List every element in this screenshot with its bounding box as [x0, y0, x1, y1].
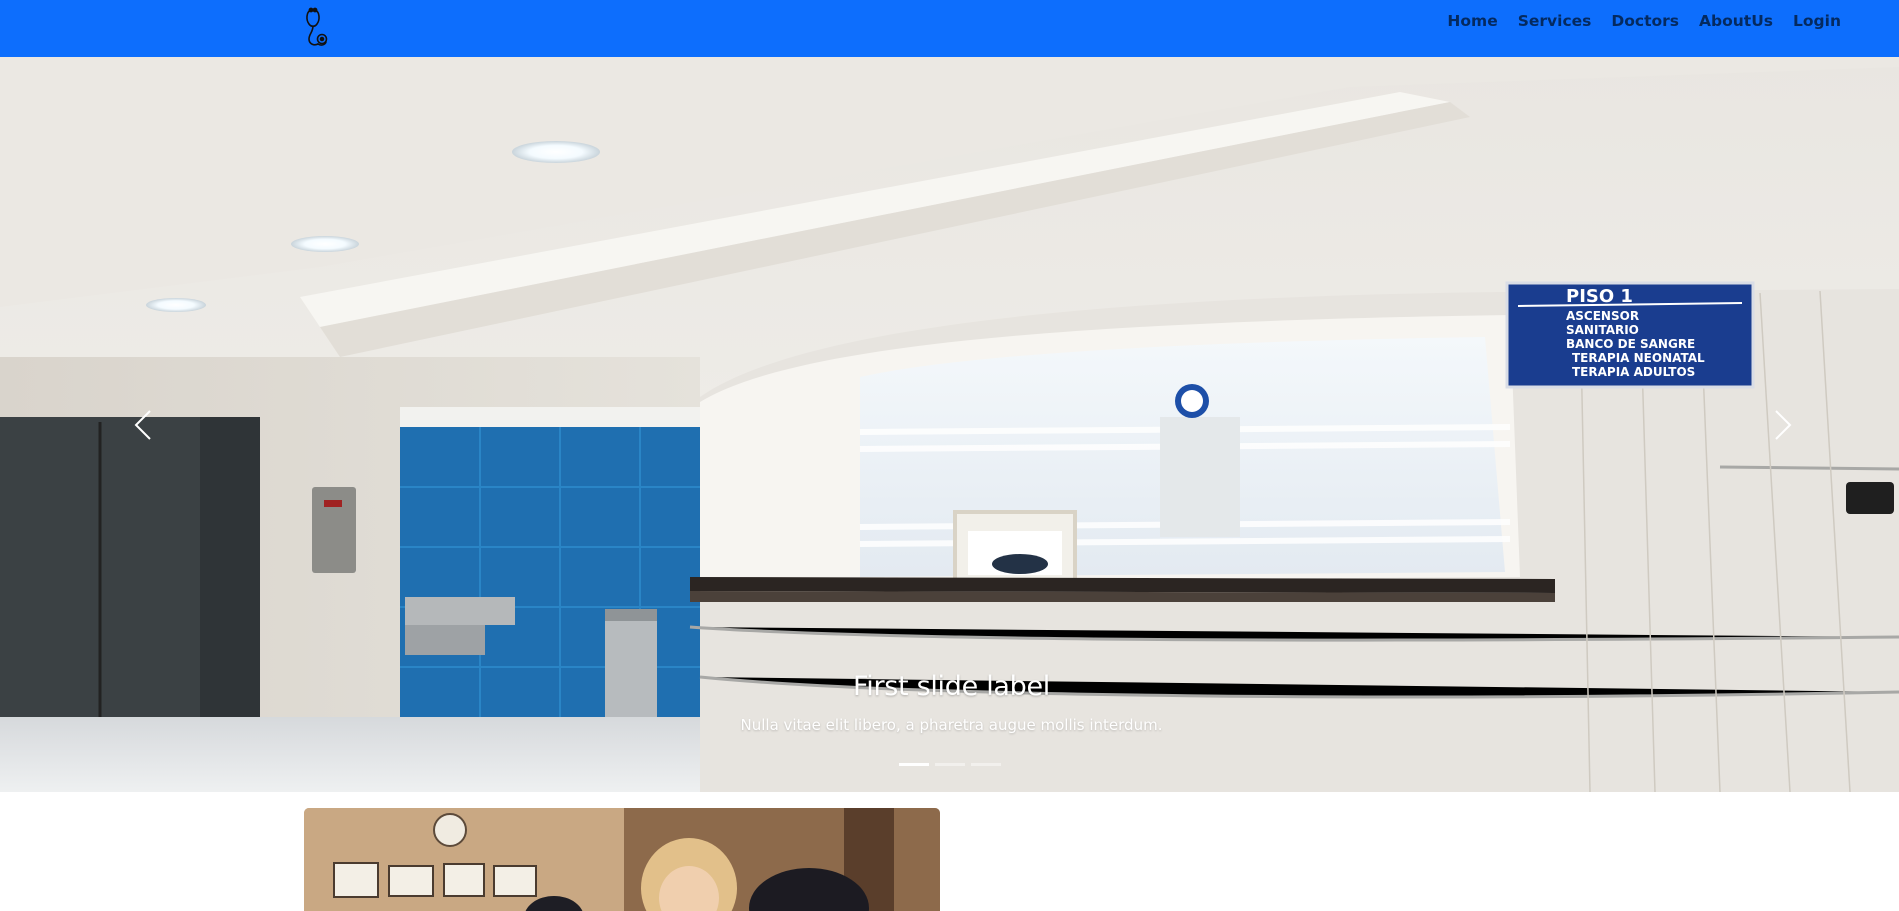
nav-link-services[interactable]: Services — [1518, 12, 1592, 30]
sign-item: TERAPIA NEONATAL — [1572, 351, 1705, 365]
navbar: Home Services Doctors AboutUs Login — [0, 0, 1899, 57]
sign-item: SANITARIO — [1566, 323, 1639, 337]
nav-link-login[interactable]: Login — [1793, 12, 1841, 30]
doctor-card-image — [304, 808, 940, 911]
nav-link-doctors[interactable]: Doctors — [1611, 12, 1679, 30]
chevron-left-icon — [134, 409, 151, 440]
slide-indicator-2[interactable] — [934, 763, 965, 766]
slide-indicator-1[interactable] — [898, 763, 929, 766]
sign-item: ASCENSOR — [1566, 309, 1639, 323]
nav-link-home[interactable]: Home — [1447, 12, 1497, 30]
sign-item: BANCO DE SANGRE — [1566, 337, 1695, 351]
hero-carousel: PISO 1 ASCENSOR SANITARIO BANCO DE SANGR… — [0, 57, 1899, 792]
sign-heading: PISO 1 — [1566, 286, 1633, 307]
nav-links: Home Services Doctors AboutUs Login — [1447, 0, 1841, 42]
carousel-caption: First slide label Nulla vitae elit liber… — [0, 671, 1899, 734]
chevron-right-icon — [1775, 409, 1792, 440]
nav-link-aboutus[interactable]: AboutUs — [1699, 12, 1773, 30]
slide-text: Nulla vitae elit libero, a pharetra augu… — [740, 716, 1163, 734]
carousel-indicators — [0, 763, 1899, 766]
slide-indicator-3[interactable] — [970, 763, 1001, 766]
stethoscope-icon[interactable] — [300, 6, 334, 48]
sign-item: TERAPIA ADULTOS — [1572, 365, 1695, 379]
slide-title: First slide label — [852, 671, 1050, 702]
doctor-office-photo — [304, 808, 940, 911]
